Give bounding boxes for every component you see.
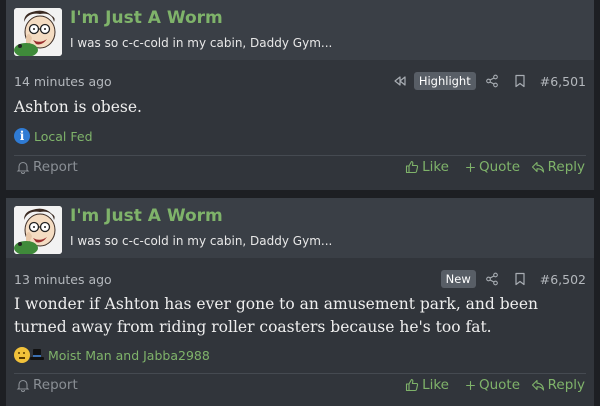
reply-button[interactable]: Reply bbox=[531, 159, 585, 175]
post-actions: Report Like Quote Reply bbox=[14, 377, 586, 399]
reply-button[interactable]: Reply bbox=[531, 377, 585, 393]
post-header: I'm Just A Worm I was so c-c-cold in my … bbox=[6, 198, 594, 258]
divider bbox=[14, 155, 586, 156]
new-badge: New bbox=[440, 270, 476, 288]
quote-label: Quote bbox=[478, 159, 520, 175]
username[interactable]: I'm Just A Worm bbox=[70, 8, 223, 28]
like-button[interactable]: Like bbox=[405, 377, 449, 393]
thumbs-up-icon bbox=[406, 378, 419, 392]
info-icon: i bbox=[14, 128, 30, 144]
user-title: I was so c-c-cold in my cabin, Daddy Gym… bbox=[70, 234, 333, 248]
thinking-emoji-icon bbox=[14, 347, 30, 363]
post-actions: Report Like Quote Reply bbox=[14, 159, 586, 181]
reactions-summary[interactable]: i Local Fed bbox=[14, 128, 93, 144]
report-label: Report bbox=[33, 159, 78, 175]
plus-icon bbox=[466, 162, 475, 172]
divider bbox=[14, 373, 586, 374]
user-avatar[interactable] bbox=[14, 8, 62, 56]
like-button[interactable]: Like bbox=[405, 159, 449, 175]
reply-arrow-icon bbox=[531, 379, 544, 391]
user-avatar[interactable] bbox=[14, 206, 62, 254]
top-hat-icon bbox=[30, 348, 44, 362]
highlight-badge: Highlight bbox=[413, 72, 476, 90]
post-timestamp[interactable]: 14 minutes ago bbox=[14, 74, 112, 89]
quote-label: Quote bbox=[478, 377, 520, 393]
reply-label: Reply bbox=[547, 377, 585, 393]
report-button[interactable]: Report bbox=[16, 159, 78, 175]
post-header: I'm Just A Worm I was so c-c-cold in my … bbox=[6, 0, 594, 60]
post-timestamp[interactable]: 13 minutes ago bbox=[14, 272, 112, 287]
post-meta-controls: New #6,502 bbox=[440, 269, 586, 289]
reactions-text[interactable]: Local Fed bbox=[34, 129, 93, 144]
plus-icon bbox=[466, 380, 475, 390]
like-label: Like bbox=[422, 377, 449, 393]
post-body: I wonder if Ashton has ever gone to an a… bbox=[14, 295, 539, 336]
bell-icon bbox=[16, 161, 30, 174]
quote-button[interactable]: Quote bbox=[465, 377, 520, 393]
username[interactable]: I'm Just A Worm bbox=[70, 206, 223, 226]
post-6502: I'm Just A Worm I was so c-c-cold in my … bbox=[6, 198, 594, 406]
bookmark-icon[interactable] bbox=[506, 269, 534, 289]
like-label: Like bbox=[422, 159, 449, 175]
post-meta-controls: Highlight #6,501 bbox=[386, 71, 586, 91]
bell-icon bbox=[16, 379, 30, 392]
post-number[interactable]: #6,502 bbox=[540, 272, 586, 287]
user-title: I was so c-c-cold in my cabin, Daddy Gym… bbox=[70, 36, 333, 50]
quote-button[interactable]: Quote bbox=[465, 159, 520, 175]
reply-label: Reply bbox=[547, 159, 585, 175]
share-icon[interactable] bbox=[478, 269, 506, 289]
reactions-summary[interactable]: Moist Man and Jabba2988 bbox=[14, 347, 210, 363]
thumbs-up-icon bbox=[406, 160, 419, 174]
report-label: Report bbox=[33, 377, 78, 393]
report-button[interactable]: Report bbox=[16, 377, 78, 393]
post-body: Ashton is obese. bbox=[14, 98, 142, 116]
rewind-icon[interactable] bbox=[386, 71, 414, 91]
reply-arrow-icon bbox=[531, 161, 544, 173]
reactions-text[interactable]: Moist Man and Jabba2988 bbox=[48, 348, 210, 363]
bookmark-icon[interactable] bbox=[506, 71, 534, 91]
share-icon[interactable] bbox=[478, 71, 506, 91]
post-meta: 14 minutes ago Highlight #6,501 bbox=[14, 71, 586, 91]
post-meta: 13 minutes ago New #6,502 bbox=[14, 269, 586, 289]
post-number[interactable]: #6,501 bbox=[540, 74, 586, 89]
post-6501: I'm Just A Worm I was so c-c-cold in my … bbox=[6, 0, 594, 190]
